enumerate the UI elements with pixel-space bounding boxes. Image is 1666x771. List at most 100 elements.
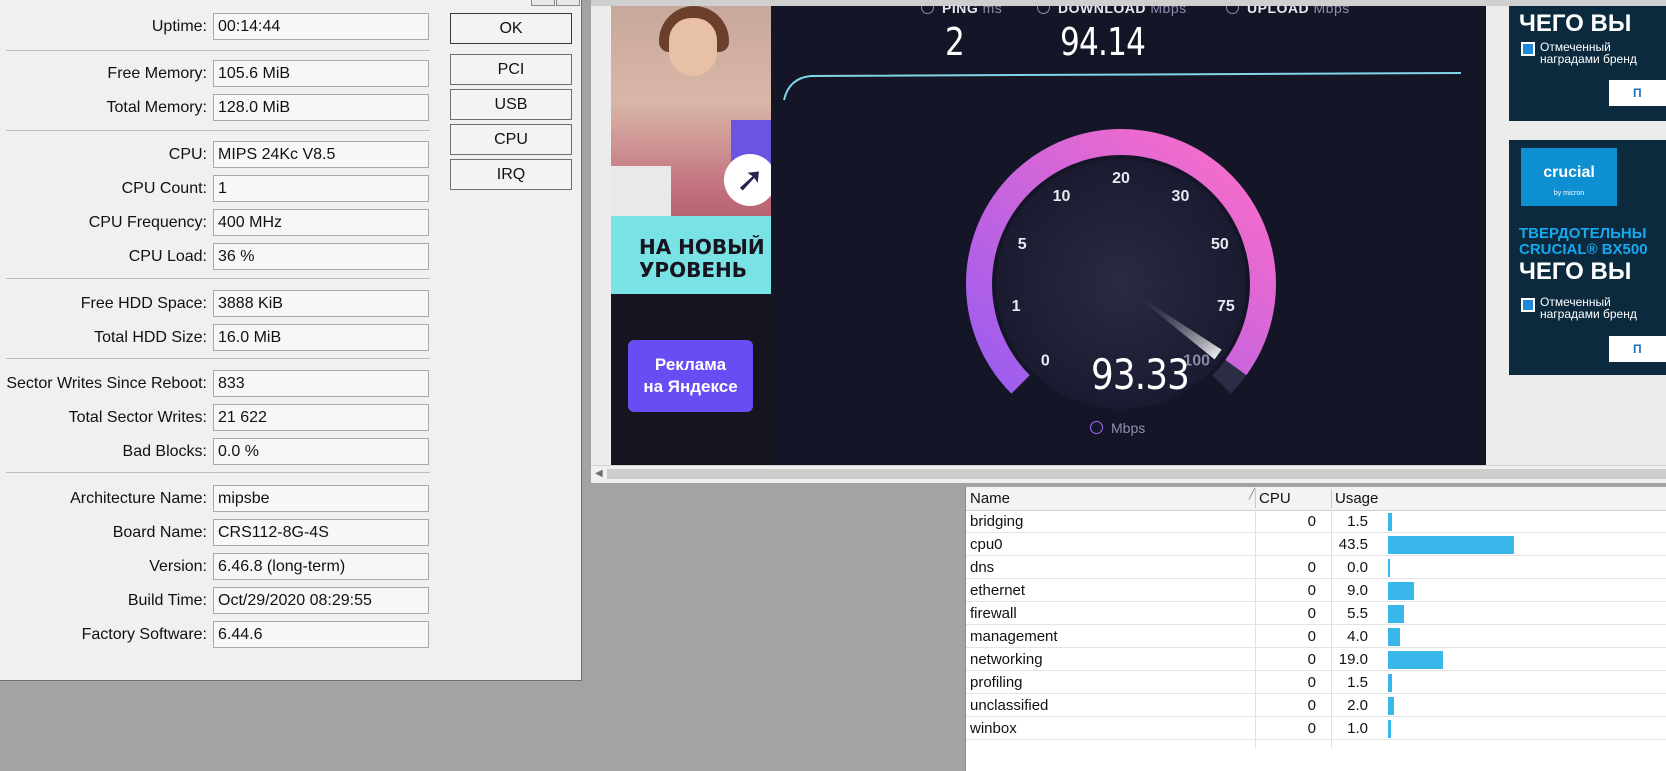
table-row[interactable]: firewall 0 5.5 (966, 602, 1666, 625)
column-header-cpu[interactable]: CPU (1259, 490, 1291, 507)
resource-value-field[interactable]: 21 622 (213, 404, 429, 431)
resource-value-field[interactable]: mipsbe (213, 485, 429, 512)
crucial-ad-product-line1: ТВЕРДОТЕЛЬНЫ (1519, 225, 1647, 242)
crucial-ad-button-2[interactable]: П (1609, 336, 1666, 362)
usage-bar (1388, 628, 1400, 646)
table-row[interactable]: bridging 0 1.5 (966, 510, 1666, 533)
speedtest-panel: PING ms 2 DOWNLOAD Mbps 94.14 UPLOAD Mbp… (771, 6, 1486, 465)
table-row[interactable]: dns 0 0.0 (966, 556, 1666, 579)
crucial-ad-button[interactable]: П (1609, 80, 1666, 106)
usage-bar (1388, 651, 1444, 669)
current-speed-unit: Mbps (1090, 420, 1145, 436)
resource-row: Total Memory: 128.0 MiB (0, 94, 435, 122)
arrow-up-right-icon: ➚ (724, 154, 771, 206)
ad-headline-line2: УРОВЕНЬ (639, 258, 747, 282)
ad-headline: НА НОВЫЙ УРОВЕНЬ (639, 236, 765, 282)
table-row[interactable]: unclassified 0 2.0 (966, 694, 1666, 717)
resource-value-field[interactable]: 3888 KiB (213, 290, 429, 317)
checkbox-icon (1521, 298, 1535, 312)
process-usage-cell: 1.5 (1347, 674, 1368, 691)
process-cpu-cell: 0 (1307, 697, 1316, 714)
crucial-ad-product-line2: CRUCIAL® BX500 (1519, 241, 1648, 258)
column-header-name[interactable]: Name (970, 490, 1010, 507)
yandex-ad-banner[interactable]: НА НОВЫЙ УРОВЕНЬ ➚ Реклама на Яндексе (611, 6, 771, 465)
usage-bar (1388, 697, 1394, 715)
ad-photo-face (669, 18, 717, 76)
resource-row: CPU Frequency: 400 MHz (0, 209, 435, 237)
process-name-cell: winbox (970, 720, 1017, 737)
resource-label: CPU Load: (128, 248, 207, 265)
gauge-tick-label: 10 (1053, 188, 1071, 205)
resource-label: Factory Software: (81, 626, 207, 643)
horizontal-scrollbar[interactable]: ◀ (591, 465, 1666, 482)
crucial-ad-headline-2: ЧЕГО ВЫ (1519, 258, 1632, 285)
resource-window: Uptime: 00:14:44 Free Memory: 105.6 MiB Tota… (0, 0, 582, 681)
usb-button[interactable]: USB (450, 89, 572, 120)
ok-button[interactable]: OK (450, 13, 572, 44)
resource-value-field[interactable]: 6.46.8 (long-term) (213, 553, 429, 580)
column-header-usage[interactable]: Usage (1335, 490, 1378, 507)
process-usage-cell: 9.0 (1347, 582, 1368, 599)
resource-row: Total HDD Size: 16.0 MiB (0, 324, 435, 352)
process-cpu-cell: 0 (1307, 582, 1316, 599)
separator (6, 278, 430, 279)
resource-value-field[interactable]: MIPS 24Kc V8.5 (213, 141, 429, 168)
resource-value-field[interactable]: 1 (213, 175, 429, 202)
table-row[interactable]: winbox 0 1.0 (966, 717, 1666, 740)
process-name-cell: bridging (970, 513, 1024, 530)
resource-label: Sector Writes Since Reboot: (6, 375, 207, 392)
process-usage-cell: 19.0 (1338, 651, 1368, 668)
resource-value-field[interactable]: 00:14:44 (213, 13, 429, 40)
table-row[interactable]: management 0 4.0 (966, 625, 1666, 648)
crucial-ad-banner[interactable]: ЧЕГО ВЫ Отмеченный наградами бренд П cru… (1509, 6, 1666, 465)
scrollbar-thumb[interactable] (607, 469, 1666, 479)
separator (6, 50, 430, 51)
ad-cta-line2: на Яндексе (643, 377, 738, 396)
browser-viewport: НА НОВЫЙ УРОВЕНЬ ➚ Реклама на Яндексе PI… (591, 0, 1666, 483)
resource-value-field[interactable]: 400 MHz (213, 209, 429, 236)
resource-value-field[interactable]: Oct/29/2020 08:29:55 (213, 587, 429, 614)
resource-label: Version: (149, 558, 207, 575)
resource-value-field[interactable]: 6.44.6 (213, 621, 429, 648)
current-speed-unit-text: Mbps (1111, 420, 1146, 436)
pci-button[interactable]: PCI (450, 54, 572, 85)
process-usage-cell: 0.0 (1347, 559, 1368, 576)
resource-label: Board Name: (112, 524, 207, 541)
resource-value-field[interactable]: 0.0 % (213, 438, 429, 465)
process-name-cell: cpu0 (970, 536, 1003, 553)
table-row[interactable]: networking 0 19.0 (966, 648, 1666, 671)
crucial-ad-note: Отмеченный наградами бренд (1540, 41, 1637, 65)
cpu-button[interactable]: CPU (450, 124, 572, 155)
table-row[interactable]: profiling 0 1.5 (966, 671, 1666, 694)
irq-button[interactable]: IRQ (450, 159, 572, 190)
table-row[interactable]: cpu0 43.5 (966, 533, 1666, 556)
current-speed-value: 93.33 (1091, 350, 1190, 399)
crucial-logo-text: crucial (1543, 164, 1595, 181)
window-control-button[interactable] (531, 0, 555, 6)
resource-label: Total Memory: (106, 99, 207, 116)
column-divider[interactable] (1331, 489, 1332, 508)
resource-value-field[interactable]: CRS112-8G-4S (213, 519, 429, 546)
resource-label: Free Memory: (107, 65, 207, 82)
resource-value-field[interactable]: 833 (213, 370, 429, 397)
resource-row: Bad Blocks: 0.0 % (0, 438, 435, 466)
table-header: Name ╱ CPU Usage (966, 487, 1666, 511)
resource-value-field[interactable]: 36 % (213, 243, 429, 270)
usage-bar (1388, 536, 1515, 554)
scroll-left-icon[interactable]: ◀ (595, 468, 603, 479)
resource-value-field[interactable]: 128.0 MiB (213, 94, 429, 121)
crucial-ad-top: ЧЕГО ВЫ Отмеченный наградами бренд П (1509, 6, 1666, 121)
ad-cta-button[interactable]: Реклама на Яндексе (628, 340, 753, 412)
column-divider[interactable] (1255, 489, 1256, 508)
table-row[interactable]: ethernet 0 9.0 (966, 579, 1666, 602)
usage-bar (1388, 559, 1390, 577)
process-usage-cell: 4.0 (1347, 628, 1368, 645)
resource-value-field[interactable]: 105.6 MiB (213, 60, 429, 87)
resource-label: Uptime: (151, 18, 207, 35)
profile-table: Name ╱ CPU Usage bridging 0 1.5 cpu0 43.5 dns… (965, 487, 1666, 771)
resource-value-field[interactable]: 16.0 MiB (213, 324, 429, 351)
usage-bar (1388, 582, 1415, 600)
crucial-logo-subtext: by micron (1553, 190, 1585, 197)
ad-headline-panel: НА НОВЫЙ УРОВЕНЬ (611, 216, 771, 294)
window-close-button[interactable] (556, 0, 580, 6)
